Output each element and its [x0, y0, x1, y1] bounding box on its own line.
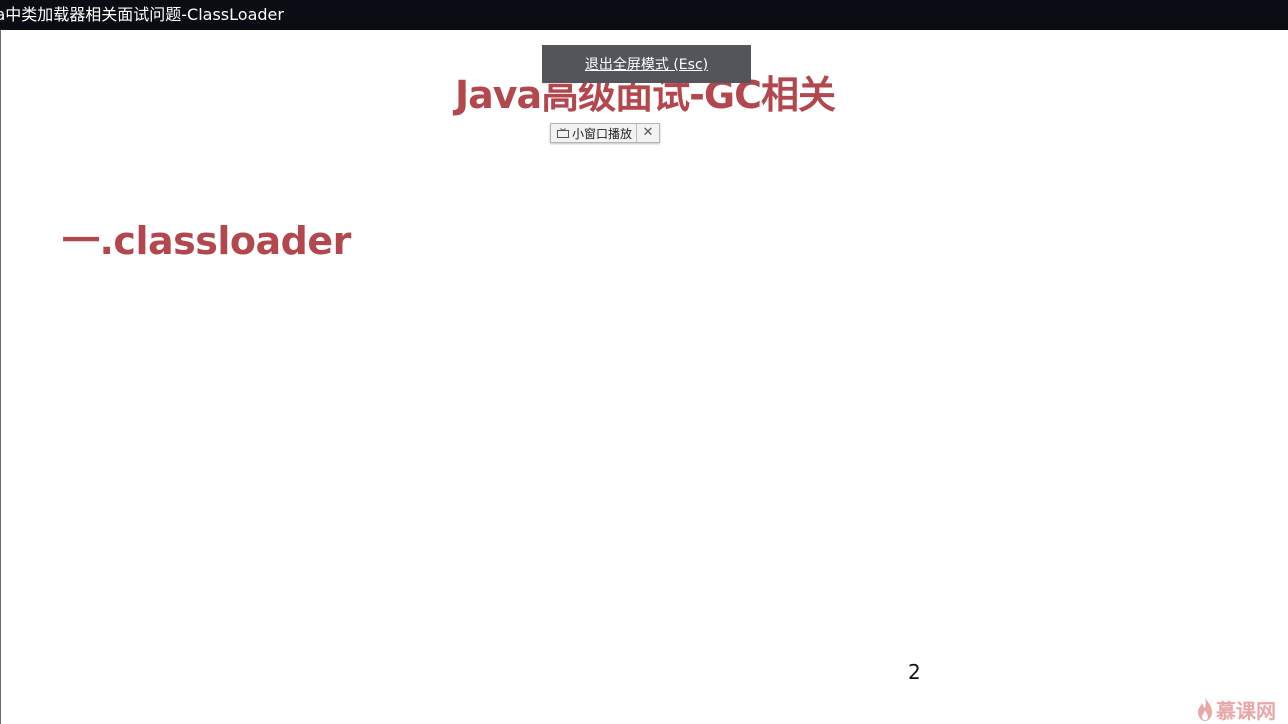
- section-heading: 一.classloader: [62, 219, 351, 263]
- imooc-watermark: 慕课网: [1196, 694, 1276, 724]
- watermark-text: 慕课网: [1216, 698, 1276, 723]
- flame-icon: [1198, 697, 1212, 721]
- window-title: va中类加载器相关面试问题-ClassLoader: [0, 5, 284, 24]
- pip-play-button[interactable]: 小窗口播放: [551, 124, 638, 142]
- tv-icon: [557, 128, 569, 138]
- pip-play-label: 小窗口播放: [572, 126, 633, 141]
- window-titlebar: va中类加载器相关面试问题-ClassLoader: [0, 0, 1288, 30]
- pip-toolbar: 小窗口播放 ✕: [550, 123, 660, 143]
- exit-fullscreen-button[interactable]: 退出全屏模式 (Esc): [542, 45, 751, 83]
- page-number: 2: [908, 660, 921, 684]
- pip-close-button[interactable]: ✕: [637, 124, 659, 142]
